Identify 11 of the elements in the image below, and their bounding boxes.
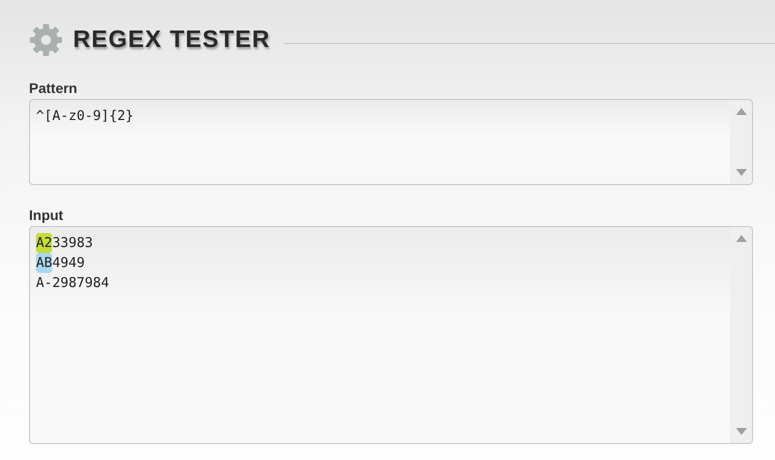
match-highlight: AB (36, 253, 52, 273)
page-title: REGEX TESTER (73, 26, 270, 54)
match-highlight: A2 (36, 233, 52, 253)
pattern-text: ^[A-z0-9]{2} (36, 108, 134, 124)
input-label: Input (29, 207, 64, 223)
pattern-label: Pattern (29, 80, 78, 96)
input-text: A-2987984 (36, 274, 110, 293)
pattern-field[interactable]: ^[A-z0-9]{2} (29, 99, 753, 185)
input-text: 33983 (52, 234, 93, 253)
input-text: 4949 (52, 254, 85, 273)
input-field[interactable]: A233983 AB4949 A-2987984 (29, 226, 753, 444)
